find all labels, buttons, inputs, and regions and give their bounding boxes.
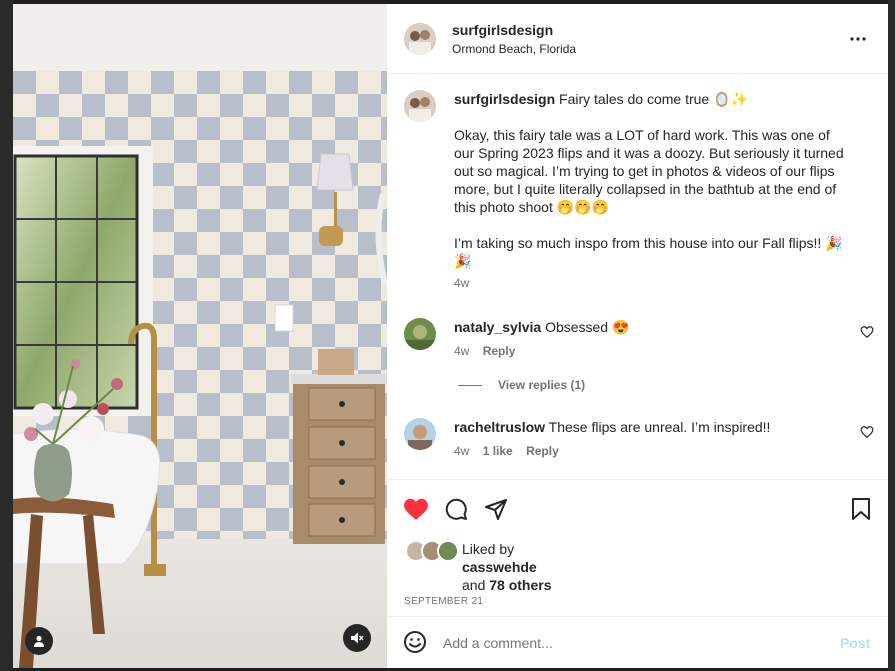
caption-avatar[interactable] <box>404 90 436 122</box>
comment: racheltruslow These flips are unreal. I’… <box>454 418 844 436</box>
reply-button[interactable]: Reply <box>483 344 516 358</box>
emoji-button[interactable] <box>403 630 427 659</box>
comment-author[interactable]: nataly_sylvia <box>454 319 541 335</box>
emoji-icon <box>404 631 426 653</box>
post-date[interactable]: SEPTEMBER 21 <box>404 596 483 607</box>
comment-input[interactable] <box>443 631 823 655</box>
post-image[interactable] <box>13 4 387 668</box>
post-details-panel: surfgirlsdesign Ormond Beach, Florida su… <box>387 4 888 668</box>
and-label: and <box>462 577 486 593</box>
caption-title: Fairy tales do come true 🪞✨ <box>559 91 748 107</box>
bookmark-icon <box>852 498 870 520</box>
view-replies-label: View replies (1) <box>498 378 586 392</box>
user-icon <box>34 635 44 647</box>
comment-icon <box>445 498 467 520</box>
commenter-avatar[interactable] <box>404 318 436 350</box>
comment-likes[interactable]: 1 like <box>483 444 513 458</box>
share-button[interactable] <box>484 497 508 526</box>
backdrop <box>0 0 13 671</box>
heart-outline-icon[interactable] <box>860 325 874 339</box>
comment-composer: Post <box>387 616 888 668</box>
replies-divider <box>458 385 482 386</box>
heart-outline-icon[interactable] <box>860 425 874 439</box>
send-icon <box>485 499 507 520</box>
avatar[interactable] <box>404 23 436 55</box>
post-header: surfgirlsdesign Ormond Beach, Florida <box>387 4 888 74</box>
post-location[interactable]: Ormond Beach, Florida <box>452 42 576 56</box>
post-comment-button[interactable]: Post <box>840 635 870 651</box>
comment-text: These flips are unreal. I’m inspired!! <box>548 419 771 435</box>
commenter-avatar[interactable] <box>404 418 436 450</box>
comment-age[interactable]: 4w <box>454 344 469 358</box>
more-icon <box>850 37 866 41</box>
comment-text: Obsessed 😍 <box>545 319 630 335</box>
likes-summary: Liked by casswehde and 78 others <box>462 540 552 594</box>
like-button[interactable] <box>403 497 429 526</box>
heart-filled-icon <box>404 498 428 520</box>
reply-button[interactable]: Reply <box>526 444 559 458</box>
comment-author[interactable]: racheltruslow <box>454 419 545 435</box>
liker-avatars[interactable] <box>405 540 459 562</box>
mute-button[interactable] <box>343 624 371 652</box>
liker-username[interactable]: casswehde <box>462 558 552 576</box>
liked-by-label: Liked by <box>462 541 515 557</box>
more-options-button[interactable] <box>849 30 867 53</box>
caption-age[interactable]: 4w <box>454 276 854 290</box>
post-actions: Liked by casswehde and 78 others SEPTEMB… <box>387 479 888 614</box>
tagged-users-button[interactable] <box>25 627 53 655</box>
post-author[interactable]: surfgirlsdesign <box>452 22 553 38</box>
save-button[interactable] <box>850 497 872 526</box>
caption-author[interactable]: surfgirlsdesign <box>454 91 555 107</box>
backdrop <box>888 0 895 671</box>
comment-age[interactable]: 4w <box>454 444 469 458</box>
comment-meta: 4w Reply <box>454 344 515 358</box>
caption-paragraph: I’m taking so much inspo from this house… <box>454 235 843 269</box>
comment-meta: 4w 1 like Reply <box>454 444 559 458</box>
mute-icon <box>351 632 364 644</box>
caption-paragraph: Okay, this fairy tale was a LOT of hard … <box>454 127 844 215</box>
caption: surfgirlsdesign Fairy tales do come true… <box>454 90 854 290</box>
comment: nataly_sylvia Obsessed 😍 <box>454 318 844 336</box>
others-count[interactable]: 78 others <box>489 577 551 593</box>
view-replies-button[interactable]: View replies (1) <box>498 378 585 392</box>
comment-button[interactable] <box>444 497 468 526</box>
